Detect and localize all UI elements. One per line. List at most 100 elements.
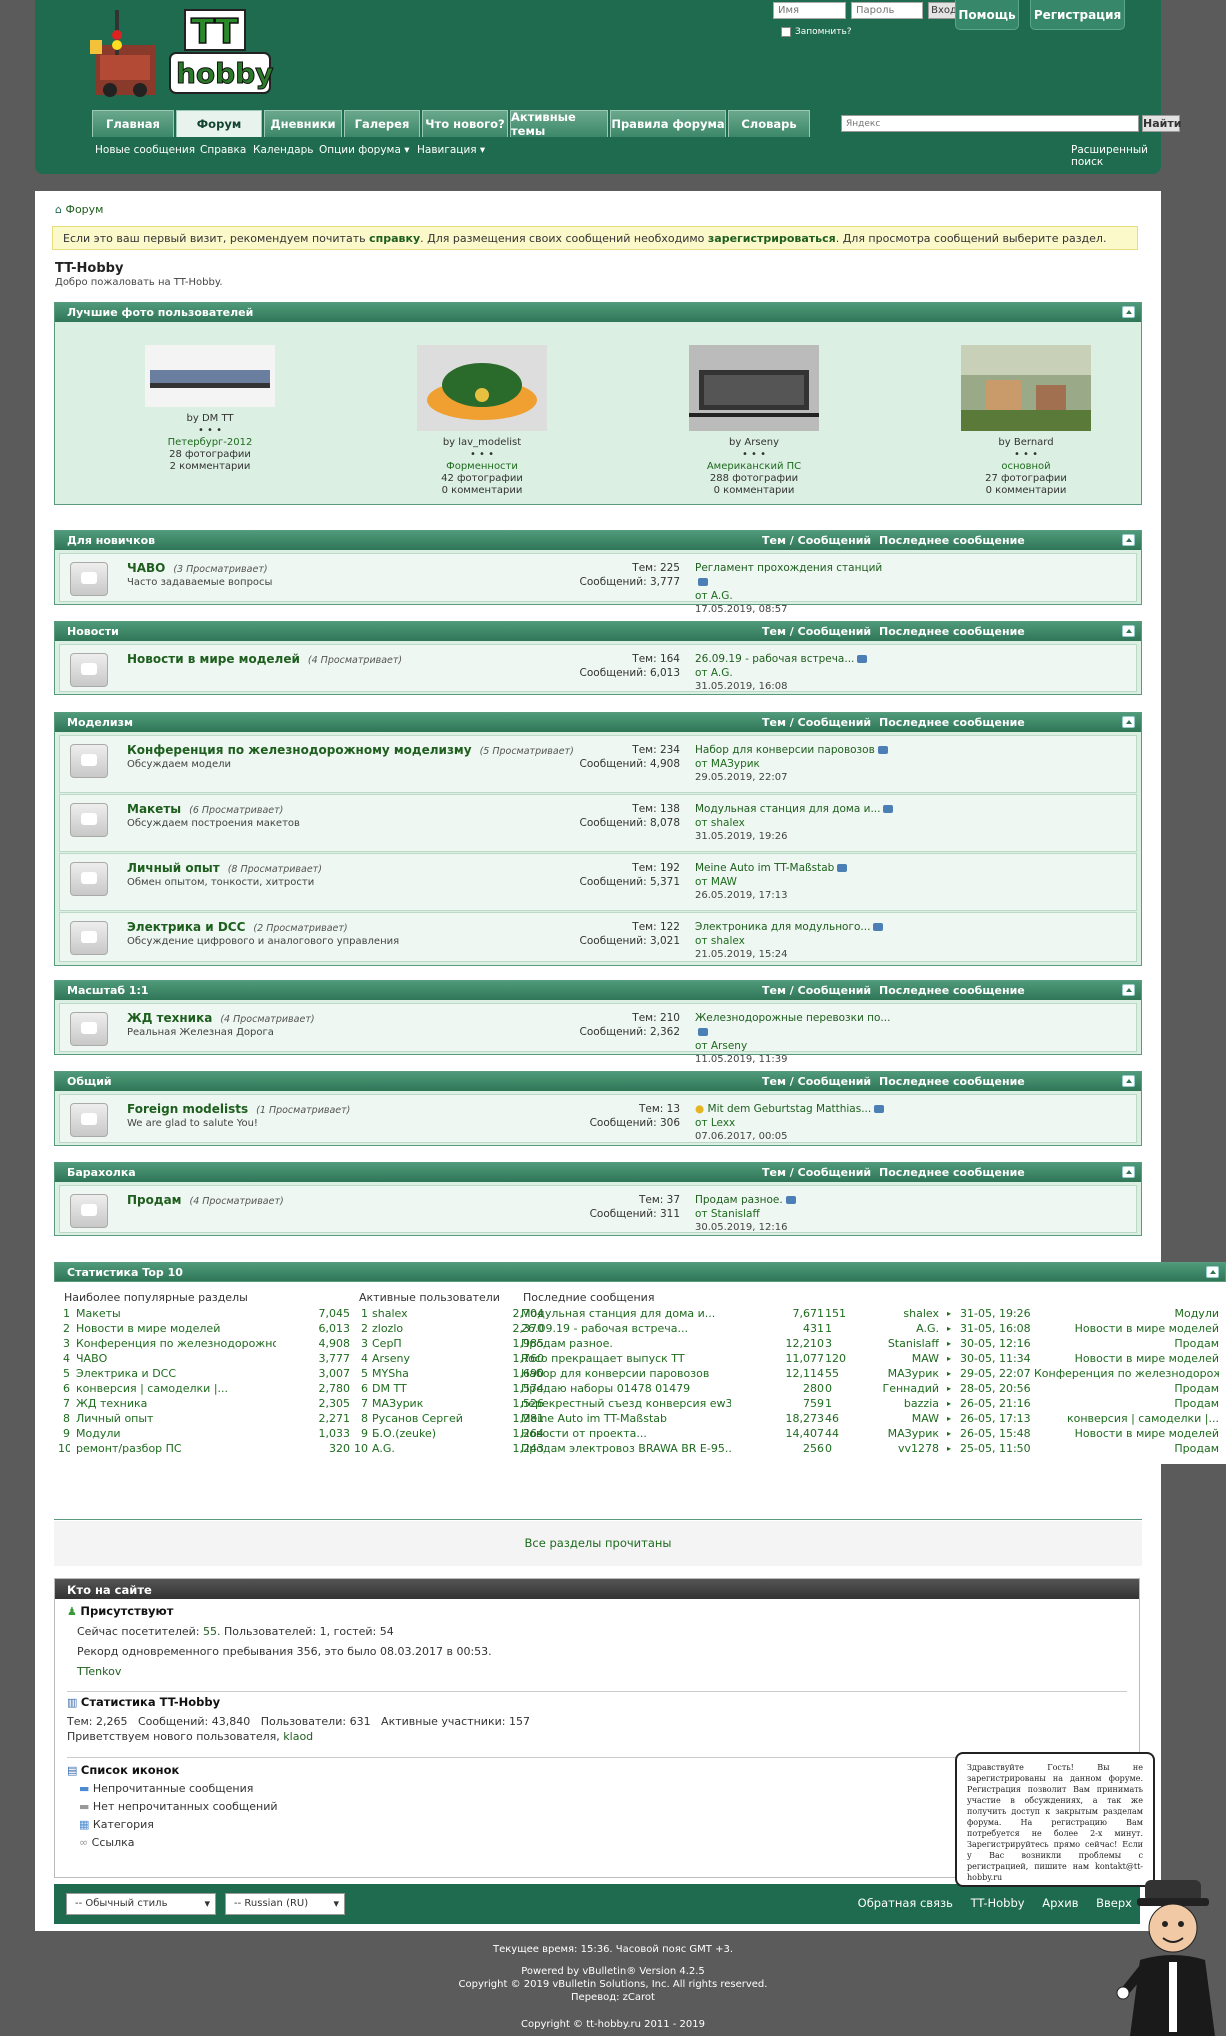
- style-select[interactable]: -- Обычный стиль: [66, 1893, 216, 1915]
- collapse-icon[interactable]: [1122, 534, 1135, 546]
- forum-title[interactable]: Foreign modelists: [127, 1102, 248, 1116]
- stat-section-link[interactable]: Конференция по железнодорожному...: [76, 1336, 276, 1351]
- go-to-post-icon[interactable]: [857, 655, 868, 663]
- stat-thread-link[interactable]: Roco прекращает выпуск TT: [521, 1351, 731, 1366]
- category-header[interactable]: Барахолка Тем / Сообщений Последнее сообще…: [55, 1163, 1141, 1182]
- stat-forum-link[interactable]: Продам: [1034, 1336, 1219, 1351]
- forum-title[interactable]: ЖД техника: [127, 1011, 212, 1025]
- forum-title[interactable]: Личный опыт: [127, 861, 220, 875]
- stat-user-link[interactable]: Arseny: [372, 1351, 482, 1366]
- last-post-link[interactable]: 26.09.19 - рабочая встреча...: [695, 653, 854, 665]
- tab-home[interactable]: Главная: [92, 110, 174, 137]
- collapse-icon[interactable]: [1122, 716, 1135, 728]
- stat-forum-link[interactable]: Новости в мире моделей: [1034, 1426, 1219, 1441]
- tab-forum-rules[interactable]: Правила форума: [610, 110, 726, 137]
- go-to-post-icon[interactable]: [785, 1196, 796, 1204]
- go-to-post-icon[interactable]: [877, 746, 888, 754]
- password-input[interactable]: [851, 2, 923, 19]
- stat-thread-link[interactable]: Модульная станция для дома и...: [521, 1306, 731, 1321]
- forum-title[interactable]: Новости в мире моделей: [127, 652, 300, 666]
- stat-thread-link[interactable]: Продам электровоз BRAWA BR E-95...: [521, 1441, 731, 1456]
- stat-poster-link[interactable]: Геннадий: [849, 1381, 939, 1396]
- search-input[interactable]: [841, 115, 1139, 132]
- photo-thumbnail[interactable]: [417, 345, 547, 431]
- subnav-navigation[interactable]: Навигация ▾: [417, 144, 485, 156]
- stat-user-link[interactable]: Б.О.(zeuke): [372, 1426, 482, 1441]
- tab-whats-new[interactable]: Что нового?: [422, 110, 508, 137]
- stat-forum-link[interactable]: Продам: [1034, 1441, 1219, 1456]
- last-post-link[interactable]: Электроника для модульного...: [695, 921, 870, 933]
- breadcrumb-forum[interactable]: Форум: [65, 203, 103, 216]
- language-select[interactable]: -- Russian (RU): [225, 1893, 345, 1915]
- stat-poster-link[interactable]: MAW: [849, 1351, 939, 1366]
- stat-thread-link[interactable]: Meine Auto im TT-Maßstab: [521, 1411, 731, 1426]
- gallery-item[interactable]: by lav_modelist • • • Форменности 42 фотог…: [382, 345, 582, 497]
- stat-user-link[interactable]: zlozlo: [372, 1321, 482, 1336]
- subnav-forum-options[interactable]: Опции форума ▾: [319, 144, 410, 156]
- site-logo[interactable]: TT hobby: [90, 5, 280, 100]
- stat-poster-link[interactable]: vv1278: [849, 1441, 939, 1456]
- collapse-icon[interactable]: [1122, 306, 1135, 318]
- home-link[interactable]: TT-Hobby: [971, 1896, 1025, 1910]
- stat-poster-link[interactable]: МАЗурик: [849, 1426, 939, 1441]
- stat-forum-link[interactable]: конверсия | самоделки |...: [1034, 1411, 1219, 1426]
- photo-thumbnail[interactable]: [961, 345, 1091, 431]
- forum-title[interactable]: Продам: [127, 1193, 181, 1207]
- stat-section-link[interactable]: конверсия | самоделки |...: [76, 1381, 276, 1396]
- subnav-help[interactable]: Справка: [200, 144, 246, 156]
- collapse-icon[interactable]: [1206, 1266, 1219, 1278]
- stat-section-link[interactable]: ЖД техника: [76, 1396, 276, 1411]
- stat-section-link[interactable]: ЧАВО: [76, 1351, 276, 1366]
- tab-dictionary[interactable]: Словарь: [728, 110, 810, 137]
- stat-user-link[interactable]: DM TT: [372, 1381, 482, 1396]
- go-to-post-icon[interactable]: [883, 805, 894, 813]
- forum-title[interactable]: Электрика и DCC: [127, 920, 245, 934]
- last-post-link[interactable]: Mit dem Geburtstag Matthias...: [708, 1103, 872, 1115]
- help-button[interactable]: Помощь: [955, 0, 1019, 30]
- online-user-link[interactable]: TTenkov: [77, 1665, 121, 1678]
- stat-forum-link[interactable]: Продам: [1034, 1381, 1219, 1396]
- go-to-post-icon[interactable]: [698, 578, 708, 586]
- category-header[interactable]: Масштаб 1:1 Тем / Сообщений Последнее сооб…: [55, 981, 1141, 1000]
- gallery-item[interactable]: by Bernard • • • основной 27 фотографии 0 к…: [926, 345, 1126, 497]
- category-header[interactable]: Для новичков Тем / Сообщений Последнее соо…: [55, 531, 1141, 550]
- category-header[interactable]: Общий Тем / Сообщений Последнее сообщение: [55, 1072, 1141, 1091]
- forum-title[interactable]: Конференция по железнодорожному моделизм…: [127, 743, 472, 757]
- stat-poster-link[interactable]: A.G.: [849, 1321, 939, 1336]
- stat-section-link[interactable]: ремонт/разбор ПС: [76, 1441, 276, 1456]
- stat-user-link[interactable]: МАЗурик: [372, 1396, 482, 1411]
- tab-active-topics[interactable]: Активные темы: [510, 110, 608, 138]
- stat-poster-link[interactable]: МАЗурик: [849, 1366, 939, 1381]
- visitors-link[interactable]: 55.: [203, 1625, 221, 1638]
- stat-thread-link[interactable]: Продам разное.: [521, 1336, 731, 1351]
- last-post-link[interactable]: Продам разное.: [695, 1194, 783, 1206]
- stat-forum-link[interactable]: Продам: [1034, 1396, 1219, 1411]
- stat-forum-link[interactable]: Модули: [1034, 1306, 1219, 1321]
- advanced-search-link[interactable]: Расширенный поиск: [1071, 144, 1180, 168]
- forum-title[interactable]: ЧАВО: [127, 561, 165, 575]
- category-header[interactable]: Моделизм Тем / Сообщений Последнее сообщен…: [55, 713, 1141, 732]
- collapse-icon[interactable]: [1122, 984, 1135, 996]
- stat-poster-link[interactable]: MAW: [849, 1411, 939, 1426]
- last-post-link[interactable]: Регламент прохождения станций: [695, 562, 882, 574]
- go-to-post-icon[interactable]: [698, 1028, 708, 1036]
- stat-user-link[interactable]: A.G.: [372, 1441, 482, 1456]
- gallery-item[interactable]: by Arseny • • • Американский ПС 288 фотогр…: [654, 345, 854, 497]
- stat-poster-link[interactable]: Stanislaff: [849, 1336, 939, 1351]
- stat-user-link[interactable]: shalex: [372, 1306, 482, 1321]
- stat-thread-link[interactable]: Набор для конверсии паровозов: [521, 1366, 731, 1381]
- tab-gallery[interactable]: Галерея: [344, 110, 420, 137]
- stat-forum-link[interactable]: Новости в мире моделей: [1034, 1321, 1219, 1336]
- conductor-mascot[interactable]: [1115, 1870, 1226, 2036]
- subnav-calendar[interactable]: Календарь: [253, 144, 313, 156]
- stat-section-link[interactable]: Электрика и DCC: [76, 1366, 276, 1381]
- stat-forum-link[interactable]: Новости в мире моделей: [1034, 1351, 1219, 1366]
- last-post-link[interactable]: Модульная станция для дома и...: [695, 803, 880, 815]
- stat-thread-link[interactable]: Новости от проекта...: [521, 1426, 731, 1441]
- register-button[interactable]: Регистрация: [1030, 0, 1125, 30]
- stat-thread-link[interactable]: перекрестный съезд конверсия ew3: [521, 1396, 731, 1411]
- go-to-post-icon[interactable]: [837, 864, 848, 872]
- collapse-icon[interactable]: [1122, 1166, 1135, 1178]
- contact-link[interactable]: Обратная связь: [858, 1896, 953, 1910]
- search-button[interactable]: Найти: [1142, 115, 1181, 132]
